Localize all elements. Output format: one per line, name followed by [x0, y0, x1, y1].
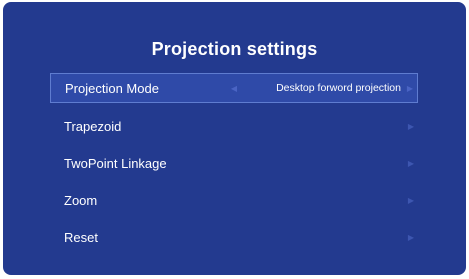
chevron-right-icon[interactable]: ▶	[407, 84, 413, 93]
menu-item-label: Reset	[64, 230, 98, 245]
projection-settings-screen: Projection settings Projection Mode ◀ De…	[3, 2, 466, 275]
chevron-right-icon: ▶	[407, 233, 414, 242]
menu-item-label: Zoom	[64, 193, 98, 208]
menu-item-projection-mode[interactable]: Projection Mode ◀ Desktop forword projec…	[50, 73, 418, 103]
chevron-right-icon: ▶	[407, 122, 414, 131]
menu-item-reset[interactable]: Reset ▶	[50, 219, 418, 256]
menu-item-value: Desktop forword projection	[276, 82, 401, 94]
menu-item-label: Trapezoid	[64, 119, 122, 134]
menu-item-label: TwoPoint Linkage	[64, 156, 167, 171]
chevron-right-icon: ▶	[407, 159, 414, 168]
menu-item-zoom[interactable]: Zoom ▶	[50, 182, 418, 219]
page-title: Projection settings	[151, 39, 318, 59]
menu-item-twopoint-linkage[interactable]: TwoPoint Linkage ▶	[50, 145, 418, 182]
chevron-right-icon: ▶	[407, 196, 414, 205]
menu-item-label: Projection Mode	[65, 80, 159, 96]
settings-menu: Projection Mode ◀ Desktop forword projec…	[50, 73, 418, 256]
menu-item-trapezoid[interactable]: Trapezoid ▶	[50, 108, 418, 145]
chevron-left-icon[interactable]: ◀	[231, 84, 237, 93]
